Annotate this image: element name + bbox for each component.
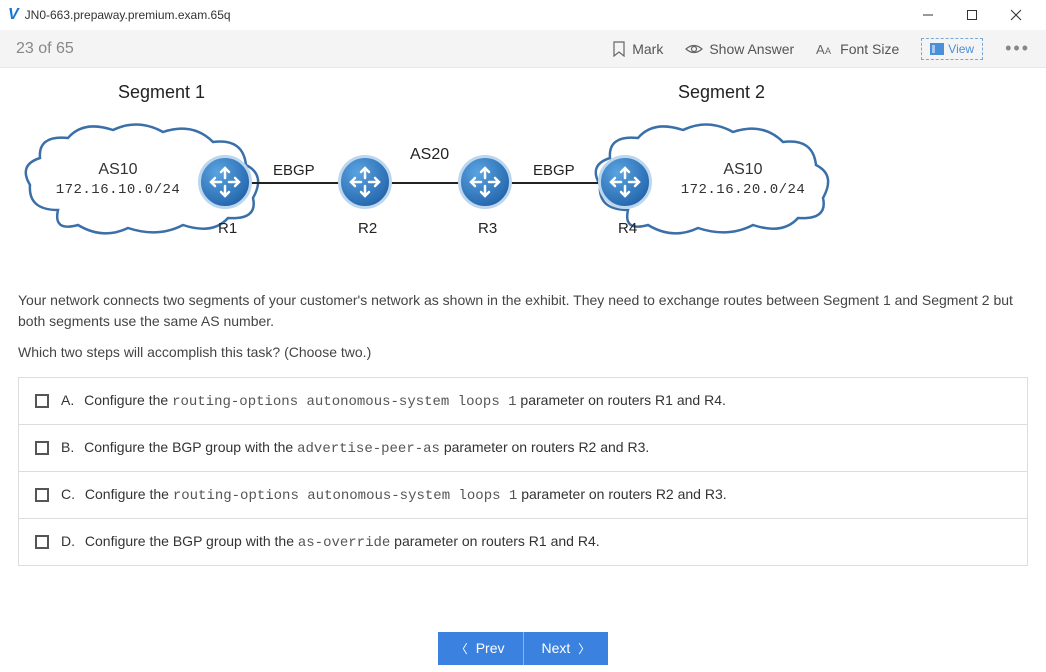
link-line (248, 182, 608, 184)
cloud1-as: AS10 (48, 160, 188, 181)
ebgp1-label: EBGP (273, 162, 315, 179)
question-counter: 23 of 65 (16, 40, 612, 58)
app-logo: V (8, 6, 19, 24)
eye-icon (685, 42, 703, 56)
answer-b-code: advertise-peer-as (297, 441, 440, 457)
answers-list: A. Configure the routing-options autonom… (18, 377, 1028, 566)
answer-d-code: as-override (298, 535, 390, 551)
answer-d-letter: D. (61, 533, 75, 549)
maximize-button[interactable] (950, 0, 994, 30)
answer-c[interactable]: C. Configure the routing-options autonom… (19, 472, 1027, 519)
next-button[interactable]: Next 〉 (524, 632, 609, 665)
title-bar: V JN0-663.prepaway.premium.exam.65q (0, 0, 1046, 30)
router-r4-icon (598, 155, 652, 209)
font-size-label: Font Size (840, 41, 899, 57)
r1-label: R1 (218, 220, 237, 237)
segment1-label: Segment 1 (118, 82, 205, 103)
question-p2: Which two steps will accomplish this tas… (18, 342, 1028, 363)
minimize-button[interactable] (906, 0, 950, 30)
answer-b[interactable]: B. Configure the BGP group with the adve… (19, 425, 1027, 472)
answer-c-post: parameter on routers R2 and R3. (517, 486, 726, 502)
bookmark-icon (612, 41, 626, 57)
answer-a-pre: Configure the (84, 392, 172, 408)
view-button[interactable]: View (921, 38, 983, 60)
checkbox-b[interactable] (35, 441, 49, 455)
answer-d-post: parameter on routers R1 and R4. (390, 533, 599, 549)
window-controls (906, 0, 1038, 30)
nav-buttons: 〈 Prev Next 〉 (438, 632, 609, 665)
prev-label: Prev (476, 640, 505, 656)
r4-label: R4 (618, 220, 637, 237)
r2-label: R2 (358, 220, 377, 237)
cloud2-prefix: 172.16.20.0/24 (668, 181, 818, 199)
question-p1: Your network connects two segments of yo… (18, 290, 1028, 332)
chevron-right-icon: 〉 (578, 640, 590, 657)
view-icon (930, 43, 944, 55)
content-area: Segment 1 Segment 2 AS10 172.16.10.0/24 … (0, 68, 1046, 624)
router-r2-icon (338, 155, 392, 209)
mark-button[interactable]: Mark (612, 41, 663, 57)
answer-b-pre: Configure the BGP group with the (84, 439, 297, 455)
prev-button[interactable]: 〈 Prev (438, 632, 524, 665)
answer-a-letter: A. (61, 392, 74, 408)
font-size-button[interactable]: AA Font Size (816, 41, 899, 57)
r3-label: R3 (478, 220, 497, 237)
next-label: Next (542, 640, 571, 656)
mark-label: Mark (632, 41, 663, 57)
answer-b-post: parameter on routers R2 and R3. (440, 439, 649, 455)
answer-a[interactable]: A. Configure the routing-options autonom… (19, 378, 1027, 425)
checkbox-c[interactable] (35, 488, 49, 502)
router-r3-icon (458, 155, 512, 209)
answer-d-pre: Configure the BGP group with the (85, 533, 298, 549)
svg-text:A: A (825, 46, 831, 56)
answer-c-code: routing-options autonomous-system loops … (173, 488, 517, 504)
view-label: View (948, 42, 974, 56)
answer-a-post: parameter on routers R1 and R4. (517, 392, 726, 408)
answer-d[interactable]: D. Configure the BGP group with the as-o… (19, 519, 1027, 565)
checkbox-a[interactable] (35, 394, 49, 408)
font-size-icon: AA (816, 42, 834, 56)
answer-a-code: routing-options autonomous-system loops … (172, 394, 516, 410)
answer-c-letter: C. (61, 486, 75, 502)
answer-c-pre: Configure the (85, 486, 173, 502)
as20-label: AS20 (410, 146, 449, 164)
more-button[interactable]: ••• (1005, 38, 1030, 59)
close-button[interactable] (994, 0, 1038, 30)
question-text: Your network connects two segments of yo… (18, 290, 1028, 363)
checkbox-d[interactable] (35, 535, 49, 549)
toolbar: 23 of 65 Mark Show Answer AA Font Size V… (0, 30, 1046, 68)
router-r1-icon (198, 155, 252, 209)
footer: 〈 Prev Next 〉 (0, 624, 1046, 672)
svg-text:A: A (816, 42, 825, 56)
cloud1-prefix: 172.16.10.0/24 (48, 181, 188, 199)
ebgp2-label: EBGP (533, 162, 575, 179)
window-title: JN0-663.prepaway.premium.exam.65q (25, 8, 906, 22)
answer-b-letter: B. (61, 439, 74, 455)
show-answer-button[interactable]: Show Answer (685, 41, 794, 57)
cloud2-as: AS10 (668, 160, 818, 181)
segment2-label: Segment 2 (678, 82, 765, 103)
network-diagram: Segment 1 Segment 2 AS10 172.16.10.0/24 … (18, 80, 1028, 280)
show-answer-label: Show Answer (709, 41, 794, 57)
chevron-left-icon: 〈 (456, 640, 468, 657)
